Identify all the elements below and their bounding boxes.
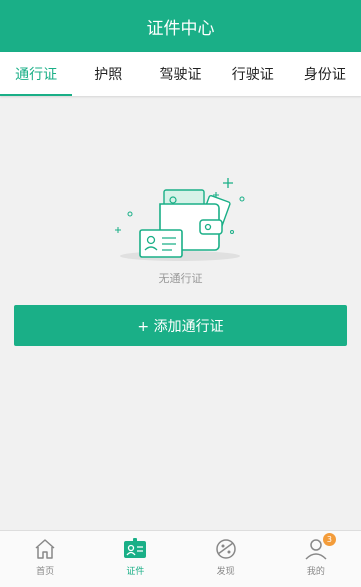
bottom-nav: 首页 证件 发现 3 我的: [0, 530, 361, 587]
tab-vehicle-license[interactable]: 行驶证: [217, 52, 289, 96]
tab-passport[interactable]: 护照: [72, 52, 144, 96]
nav-discover[interactable]: 发现: [181, 531, 271, 587]
nav-documents[interactable]: 证件: [90, 531, 180, 587]
nav-documents-label: 证件: [126, 567, 145, 577]
tab-pass[interactable]: 通行证: [0, 52, 73, 96]
empty-wallet-illustration: [115, 178, 245, 261]
document-tabs: 通行证 护照 驾驶证 行驶证 身份证: [0, 52, 361, 96]
user-icon-wrapper: 3: [304, 533, 336, 561]
nav-discover-label: 发现: [216, 567, 235, 577]
empty-state-message: 无通行证: [158, 272, 203, 285]
tab-driver-license[interactable]: 驾驶证: [144, 52, 216, 96]
app-header: 证件中心: [0, 0, 361, 52]
planet-icon: [215, 539, 236, 559]
nav-me[interactable]: 3 我的: [271, 531, 361, 587]
home-icon: [35, 539, 55, 559]
tab-id-card[interactable]: 身份证: [289, 52, 361, 96]
notification-badge: 3: [322, 533, 336, 546]
nav-home-label: 首页: [36, 567, 55, 577]
nav-home[interactable]: 首页: [0, 531, 90, 587]
nav-me-label: 我的: [306, 567, 325, 577]
add-pass-button[interactable]: + 添加通行证: [14, 305, 347, 346]
id-card-icon: [124, 538, 147, 558]
page-title: 证件中心: [146, 18, 215, 39]
